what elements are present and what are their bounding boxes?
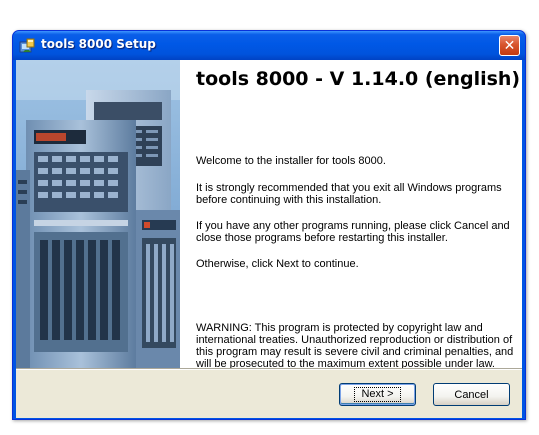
next-button-label: Next > [354, 387, 401, 402]
setup-window: tools 8000 Setup ✕ tools 8000 - V 1.14.0… [12, 30, 526, 420]
window-title: tools 8000 Setup [41, 37, 156, 51]
exit-programs-text: It is strongly recommended that you exit… [196, 182, 502, 206]
close-button[interactable]: ✕ [499, 35, 520, 56]
next-instructions-text: Otherwise, click Next to continue. [196, 258, 359, 270]
product-heading: tools 8000 - V 1.14.0 (english) [196, 68, 521, 90]
next-button[interactable]: Next > [339, 383, 416, 406]
cancel-button-label: Cancel [454, 388, 489, 401]
equipment-banner-image [16, 60, 180, 368]
close-icon: ✕ [503, 37, 516, 54]
cancel-instructions-text: If you have any other programs running, … [196, 220, 510, 244]
setup-icon [19, 38, 35, 53]
dialog-body: tools 8000 - V 1.14.0 (english) Welcome … [16, 60, 522, 418]
button-area-divider [16, 368, 522, 370]
welcome-text: Welcome to the installer for tools 8000. [196, 155, 386, 167]
cancel-button[interactable]: Cancel [433, 383, 510, 406]
copyright-warning-text: WARNING: This program is protected by co… [196, 322, 514, 370]
content-panel: tools 8000 - V 1.14.0 (english) Welcome … [16, 60, 522, 370]
title-bar[interactable]: tools 8000 Setup ✕ [13, 31, 525, 60]
